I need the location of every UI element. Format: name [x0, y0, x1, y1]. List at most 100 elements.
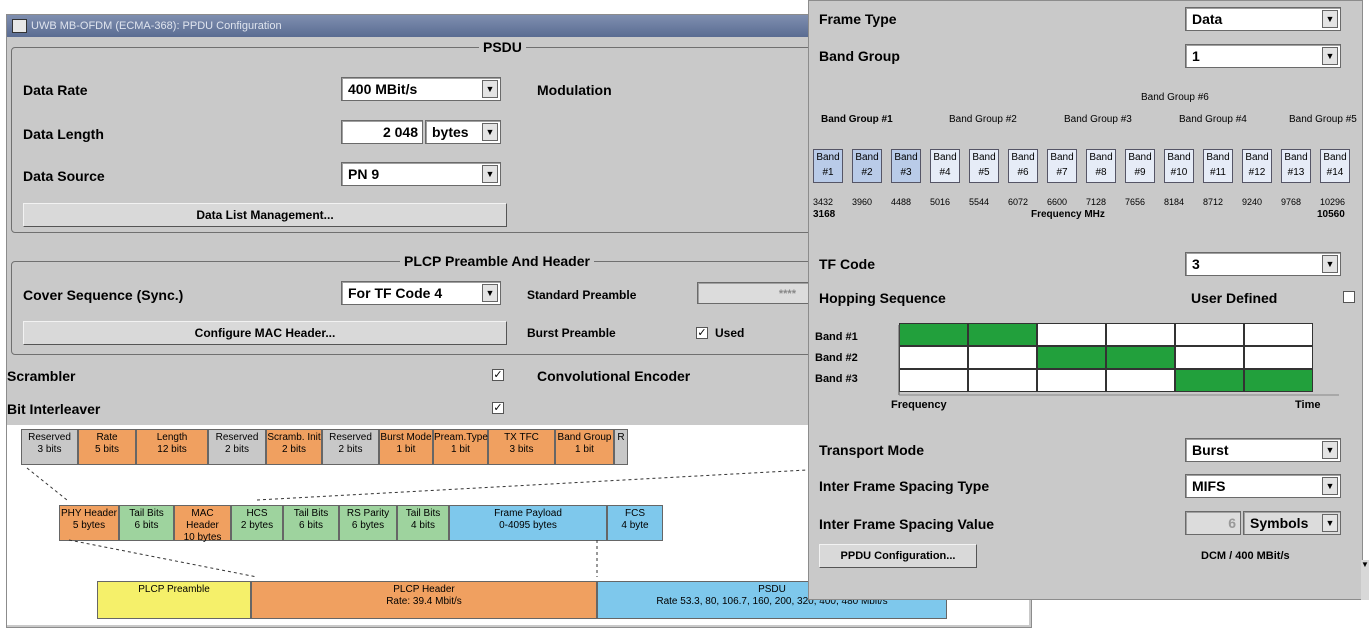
freq-tick-label: 3432	[813, 197, 834, 207]
hopping-sequence-label: Hopping Sequence	[819, 290, 946, 306]
band-box: Band #4	[930, 149, 960, 183]
ifs-unit-value: Symbols	[1250, 515, 1309, 531]
scrambler-checkbox[interactable]: ✓	[492, 369, 504, 381]
hop-band-3-label: Band #3	[815, 373, 858, 385]
band-group-value: 1	[1192, 48, 1200, 64]
ifs-type-select[interactable]: MIFS ▼	[1185, 474, 1341, 498]
band-box-label: Band #13	[1284, 152, 1308, 178]
frame-type-select[interactable]: Data ▼	[1185, 7, 1341, 31]
cover-sequence-value: For TF Code 4	[348, 285, 443, 301]
bit-interleaver-checkbox[interactable]: ✓	[492, 402, 504, 414]
modulation-label: Modulation	[537, 82, 612, 98]
transport-mode-value: Burst	[1192, 442, 1229, 458]
band-box-label: Band #9	[1128, 152, 1152, 178]
band-box: Band #11	[1203, 149, 1233, 183]
band-box-label: Band #7	[1050, 152, 1074, 178]
bit-interleaver-label: Bit Interleaver	[7, 401, 101, 417]
cover-sequence-select[interactable]: For TF Code 4 ▼	[341, 281, 501, 305]
band-box-label: Band #2	[855, 152, 879, 178]
panel-scrollbar[interactable]: ▼	[1361, 560, 1369, 600]
band-group-select[interactable]: 1 ▼	[1185, 44, 1341, 68]
chevron-down-icon[interactable]: ▼	[1322, 255, 1338, 273]
band-box: Band #8	[1086, 149, 1116, 183]
band-box: Band #3	[891, 149, 921, 183]
freq-tick-label: 6600	[1047, 197, 1068, 207]
chevron-down-icon[interactable]: ▼	[482, 165, 498, 183]
band-box-label: Band #1	[816, 152, 840, 178]
standard-preamble-label: Standard Preamble	[527, 288, 637, 302]
scrambler-label: Scrambler	[7, 368, 76, 384]
freq-tick-label: 5544	[969, 197, 990, 207]
data-source-select[interactable]: PN 9 ▼	[341, 162, 501, 186]
data-rate-label: Data Rate	[23, 82, 88, 98]
freq-tick-label: 8184	[1164, 197, 1185, 207]
band-box-label: Band #6	[1011, 152, 1035, 178]
transport-mode-label: Transport Mode	[819, 442, 925, 458]
chevron-down-icon[interactable]: ▼	[482, 123, 498, 141]
data-length-field[interactable]: 2 048	[341, 120, 423, 144]
band-box: Band #7	[1047, 149, 1077, 183]
freq-tick-label: 4488	[891, 197, 912, 207]
chevron-down-icon[interactable]: ▼	[1322, 477, 1338, 495]
chevron-down-icon[interactable]: ▼	[1322, 47, 1338, 65]
ifs-type-value: MIFS	[1192, 478, 1226, 494]
data-length-unit-select[interactable]: bytes ▼	[425, 120, 501, 144]
ifs-value-field[interactable]: 6	[1185, 511, 1241, 535]
band-box: Band #9	[1125, 149, 1155, 183]
configure-mac-header-button[interactable]: Configure MAC Header...	[23, 321, 507, 345]
data-rate-select[interactable]: 400 MBit/s ▼	[341, 77, 501, 101]
band-box-label: Band #5	[972, 152, 996, 178]
chevron-down-icon[interactable]: ▼	[1322, 10, 1338, 28]
ifs-unit-select[interactable]: Symbols ▼	[1243, 511, 1341, 535]
standard-preamble-field: ****	[697, 282, 809, 304]
burst-preamble-used-label: Used	[715, 326, 745, 340]
band-box-label: Band #14	[1323, 152, 1347, 178]
band-group-label: Band Group	[819, 48, 900, 64]
data-list-management-button[interactable]: Data List Management...	[23, 203, 507, 227]
freq-tick-label: 5016	[930, 197, 951, 207]
band-group-3-label: Band Group #3	[1064, 114, 1132, 125]
frame-type-label: Frame Type	[819, 11, 897, 27]
user-defined-checkbox[interactable]	[1343, 291, 1355, 303]
band-group-1-label: Band Group #1	[821, 114, 893, 125]
freq-tick-label: 3960	[852, 197, 873, 207]
hop-axis-time: Time	[1295, 399, 1321, 411]
band-box: Band #10	[1164, 149, 1194, 183]
ifs-type-label: Inter Frame Spacing Type	[819, 478, 990, 494]
band-box: Band #14	[1320, 149, 1350, 183]
freq-tick-label: 8712	[1203, 197, 1224, 207]
psdu-group-title: PSDU	[479, 40, 526, 54]
freq-axis-label: Frequency MHz	[1031, 209, 1105, 220]
freq-tick-label: 9768	[1281, 197, 1302, 207]
band-box: Band #1	[813, 149, 843, 183]
cover-sequence-label: Cover Sequence (Sync.)	[23, 287, 184, 303]
band-config-panel: Frame Type Data ▼ Band Group 1 ▼ Band Gr…	[808, 0, 1363, 600]
freq-tick-label: 7656	[1125, 197, 1146, 207]
band-plan: Band Group #6 Band Group #1 Band Group #…	[809, 87, 1362, 227]
tf-code-value: 3	[1192, 256, 1200, 272]
chevron-down-icon[interactable]: ▼	[482, 80, 498, 98]
transport-mode-select[interactable]: Burst ▼	[1185, 438, 1341, 462]
chevron-down-icon[interactable]: ▼	[1322, 514, 1338, 532]
band-box: Band #5	[969, 149, 999, 183]
band-box-label: Band #3	[894, 152, 918, 178]
tf-code-select[interactable]: 3 ▼	[1185, 252, 1341, 276]
chevron-down-icon[interactable]: ▼	[482, 284, 498, 302]
frame-type-value: Data	[1192, 11, 1223, 27]
user-defined-label: User Defined	[1191, 290, 1278, 306]
window-icon	[12, 19, 27, 33]
freq-tick-label: 6072	[1008, 197, 1029, 207]
burst-preamble-checkbox[interactable]: ✓	[696, 327, 708, 339]
band-group-4-label: Band Group #4	[1179, 114, 1247, 125]
data-length-label: Data Length	[23, 126, 104, 142]
freq-tick-label: 10296	[1320, 197, 1346, 207]
hop-band-1-label: Band #1	[815, 331, 858, 343]
band-group-2-label: Band Group #2	[949, 114, 1017, 125]
chevron-down-icon[interactable]: ▼	[1322, 441, 1338, 459]
hop-band-2-label: Band #2	[815, 352, 858, 364]
modulation-status-text: DCM / 400 MBit/s	[1201, 550, 1290, 562]
band-box: Band #6	[1008, 149, 1038, 183]
ppdu-configuration-button[interactable]: PPDU Configuration...	[819, 544, 977, 568]
band-box: Band #2	[852, 149, 882, 183]
ifs-value-label: Inter Frame Spacing Value	[819, 516, 995, 532]
